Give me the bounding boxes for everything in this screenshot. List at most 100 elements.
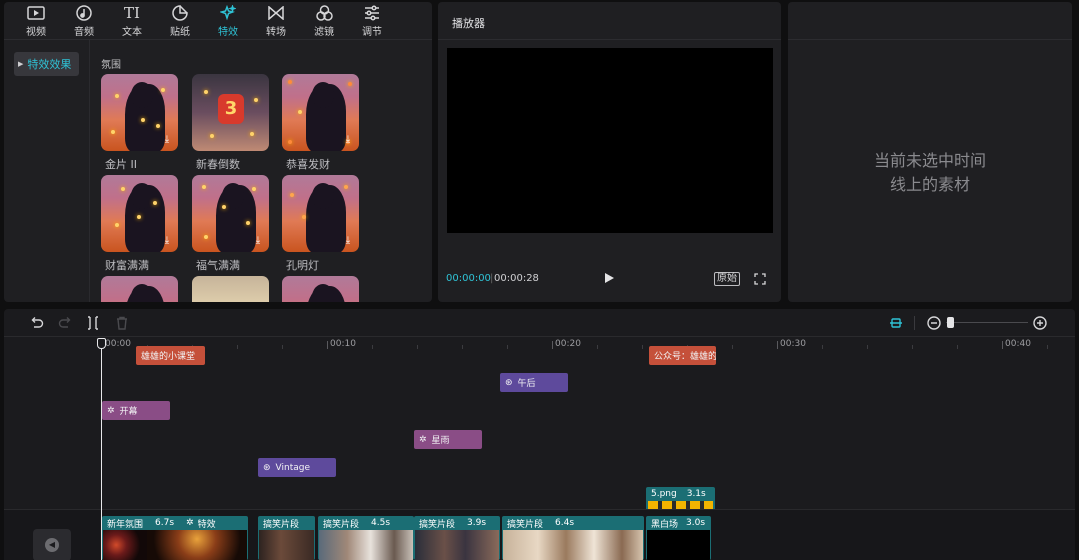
effect-thumb-spring-countdown[interactable]: 3 xyxy=(192,74,269,151)
play-icon[interactable] xyxy=(605,273,614,283)
effect-label: 新春倒数 xyxy=(196,158,240,171)
text-clip[interactable]: 公众号：雄雄的小 xyxy=(649,346,716,365)
clip-duration: 4.5s xyxy=(371,518,391,528)
tab-filter-label: 滤镜 xyxy=(314,27,334,38)
clip-frames xyxy=(647,530,710,560)
ruler-label: 00:40 xyxy=(1005,339,1031,349)
clip-label: 搞笑片段 xyxy=(507,519,544,530)
tab-sticker[interactable]: 贴纸 xyxy=(156,2,204,40)
playhead-handle[interactable] xyxy=(97,338,106,349)
clip-label: 搞笑片段 xyxy=(323,519,360,530)
delete-icon[interactable] xyxy=(115,316,129,330)
snap-magnet-icon[interactable] xyxy=(889,316,903,330)
ruler-label: 00:20 xyxy=(555,339,581,349)
undo-icon[interactable] xyxy=(30,316,44,330)
effect-clip[interactable]: ✲ 星雨 xyxy=(414,430,482,449)
countdown-badge: 3 xyxy=(218,94,244,124)
tab-transition-label: 转场 xyxy=(266,27,286,38)
properties-header xyxy=(788,2,1072,40)
effect-thumb-blessing[interactable]: ⤓ xyxy=(192,175,269,252)
tab-transition[interactable]: 转场 xyxy=(252,2,300,40)
zoom-slider-handle[interactable] xyxy=(947,317,954,328)
current-time: 00:00:00 xyxy=(446,273,491,284)
silhouette xyxy=(125,183,165,252)
clip-header: 搞笑片段 6.4s xyxy=(502,516,644,530)
clip-frames xyxy=(103,530,247,560)
effect-thumb[interactable] xyxy=(192,276,269,302)
clip-duration: 3.1s xyxy=(686,489,706,499)
download-icon[interactable]: ⤓ xyxy=(342,134,354,146)
download-icon[interactable]: ⤓ xyxy=(161,134,173,146)
effect-label: 孔明灯 xyxy=(286,259,319,272)
effect-thumb[interactable] xyxy=(101,276,178,302)
empty-message-line2: 线上的素材 xyxy=(889,175,970,194)
clip-duration: 3.0s xyxy=(686,518,706,528)
silhouette xyxy=(216,183,256,252)
download-icon[interactable]: ⤓ xyxy=(161,235,173,247)
clip-frames xyxy=(259,530,314,560)
clip-label: 搞笑片段 xyxy=(263,519,300,530)
tab-video[interactable]: 视频 xyxy=(12,2,60,40)
ruler-label: 00:30 xyxy=(780,339,806,349)
media-panel: 视频 音频 TI 文本 贴纸 特效 转场 滤镜 调节 ▶ 特效效果 氛围 ⤓ 金… xyxy=(4,2,432,302)
download-icon[interactable]: ⤓ xyxy=(252,235,264,247)
text-clip[interactable]: 雄雄的小课堂 xyxy=(136,346,205,365)
video-clip[interactable]: 新年氛围 6.7s ✲ 特效 xyxy=(102,516,248,560)
video-clip[interactable]: 黑白场 3.0s xyxy=(646,516,711,560)
clip-label: 搞笑片段 xyxy=(419,519,456,530)
effect-thumb-sky-lantern[interactable]: ⤓ xyxy=(282,175,359,252)
player-header: 播放器 xyxy=(438,2,781,40)
zoom-in-icon[interactable] xyxy=(1033,316,1047,330)
toolbar-divider xyxy=(914,316,915,330)
zoom-slider-track[interactable] xyxy=(946,322,1028,323)
video-clip[interactable]: 搞笑片段 3.9s xyxy=(414,516,500,560)
sparkle-icon xyxy=(220,4,236,20)
tab-effects-label: 特效 xyxy=(218,27,238,38)
tab-audio-label: 音频 xyxy=(74,27,94,38)
split-icon[interactable] xyxy=(86,316,100,330)
effect-thumb-fortune[interactable]: ⤓ xyxy=(282,74,359,151)
fullscreen-icon[interactable] xyxy=(754,273,766,285)
sparkle-icon: ✲ xyxy=(419,434,427,445)
volume-icon: ◀ xyxy=(45,538,59,552)
silhouette xyxy=(125,284,165,302)
video-clip[interactable]: 搞笑片段 4.5s xyxy=(318,516,414,560)
preview-screen[interactable] xyxy=(447,48,773,233)
effect-clip[interactable]: ✲ 开幕 xyxy=(102,401,170,420)
video-clip[interactable]: 搞笑片段 6.4s xyxy=(502,516,644,560)
caret-right-icon: ▶ xyxy=(18,60,24,68)
tab-text[interactable]: TI 文本 xyxy=(108,2,156,40)
tab-sticker-label: 贴纸 xyxy=(170,27,190,38)
filter-clip[interactable]: ⊛ 午后 xyxy=(500,373,568,392)
silhouette xyxy=(306,82,346,151)
clip-header: 搞笑片段 xyxy=(258,516,315,530)
properties-panel: 当前未选中时间 线上的素材 xyxy=(788,2,1072,302)
tab-audio[interactable]: 音频 xyxy=(60,2,108,40)
playhead-line[interactable] xyxy=(101,341,102,560)
clip-label: 公众号：雄雄的小 xyxy=(654,352,716,362)
sidebar-item-effects[interactable]: ▶ 特效效果 xyxy=(14,52,79,76)
clip-duration: 3.9s xyxy=(467,518,487,528)
aspect-ratio-button[interactable]: 原始 xyxy=(714,272,740,286)
video-clip[interactable]: 搞笑片段 xyxy=(258,516,315,560)
empty-selection-message: 当前未选中时间 线上的素材 xyxy=(788,149,1072,197)
effect-label: 福气满满 xyxy=(196,259,240,272)
tab-filter[interactable]: 滤镜 xyxy=(300,2,348,40)
effect-thumb-golden-flakes[interactable]: ⤓ xyxy=(101,74,178,151)
tab-text-label: 文本 xyxy=(122,27,142,38)
tab-adjust-label: 调节 xyxy=(362,27,382,38)
silhouette xyxy=(125,82,165,151)
zoom-out-icon[interactable] xyxy=(927,316,941,330)
redo-icon[interactable] xyxy=(58,316,72,330)
timeline-toolbar xyxy=(4,309,1075,337)
sidebar-item-label: 特效效果 xyxy=(27,58,72,71)
video-icon xyxy=(27,5,45,20)
tab-adjust[interactable]: 调节 xyxy=(348,2,396,40)
download-icon[interactable]: ⤓ xyxy=(342,235,354,247)
effect-thumb-wealth[interactable]: ⤓ xyxy=(101,175,178,252)
silhouette xyxy=(306,284,346,302)
track-mute-button[interactable]: ◀ xyxy=(33,529,71,560)
filter-clip[interactable]: ⊛ Vintage xyxy=(258,458,336,477)
tab-effects[interactable]: 特效 xyxy=(204,2,252,40)
effect-thumb[interactable] xyxy=(282,276,359,302)
